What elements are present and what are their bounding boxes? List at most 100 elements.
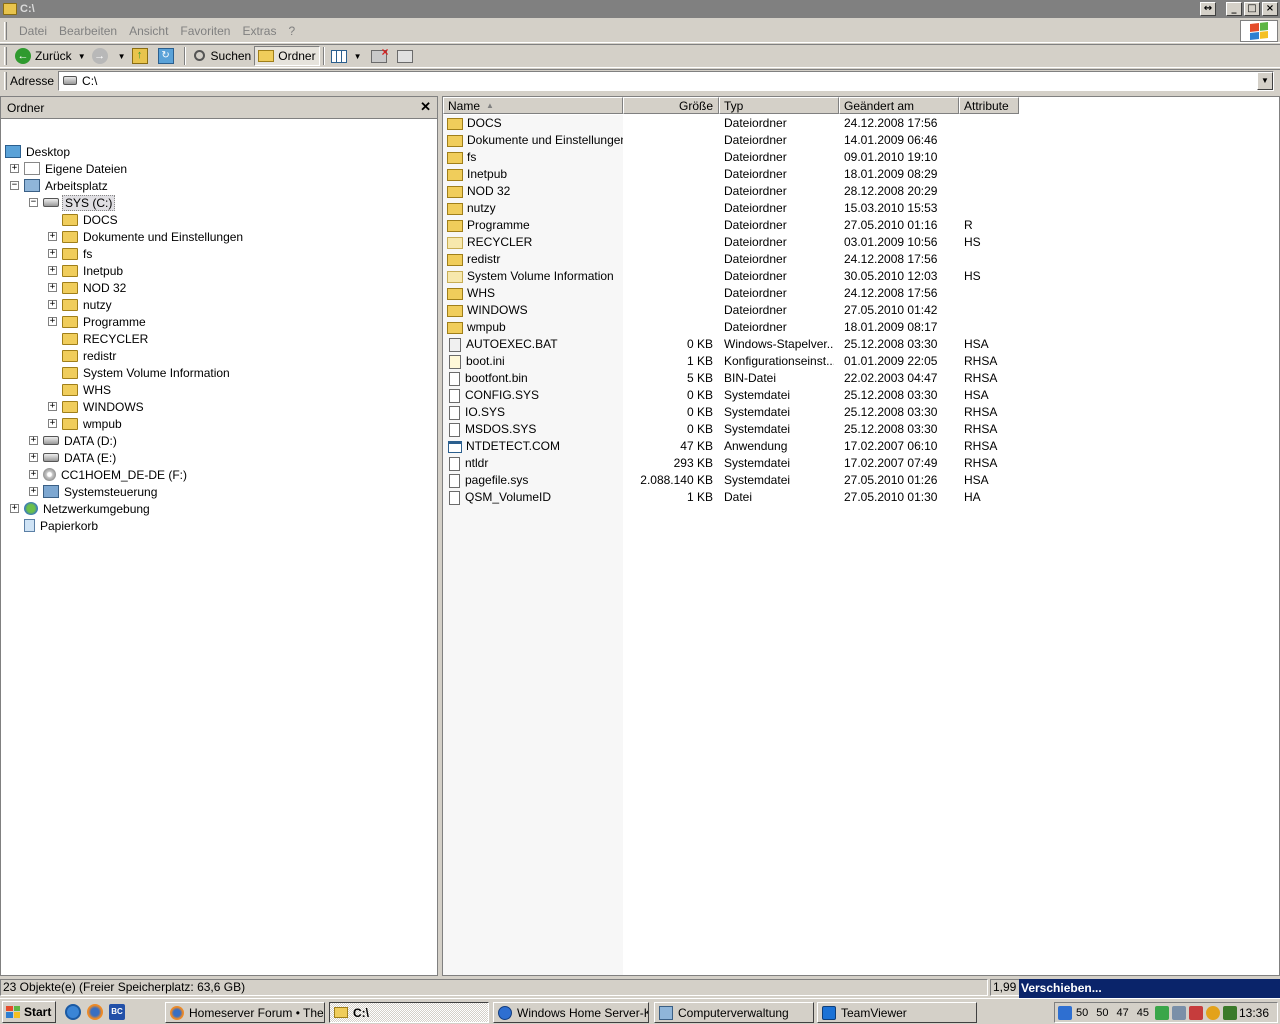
- table-row[interactable]: Programme Dateiordner 27.05.2010 01:16 R: [443, 217, 1279, 234]
- copy-to-button[interactable]: [394, 46, 420, 66]
- tree-item-papierkorb[interactable]: Papierkorb: [24, 517, 100, 534]
- toolbar-grip[interactable]: [4, 47, 7, 65]
- tree-item-inetpub[interactable]: Inetpub: [62, 262, 125, 279]
- tree-item-wmpub[interactable]: wmpub: [62, 415, 124, 432]
- table-row[interactable]: RECYCLER Dateiordner 03.01.2009 10:56 HS: [443, 234, 1279, 251]
- tree-item-cd-f[interactable]: CC1HOEM_DE-DE (F:): [43, 466, 189, 483]
- table-row[interactable]: fs Dateiordner 09.01.2010 19:10: [443, 149, 1279, 166]
- firefox-icon[interactable]: [87, 1003, 103, 1020]
- expand-icon[interactable]: +: [29, 436, 38, 445]
- expand-icon[interactable]: +: [48, 232, 57, 241]
- network-tray-icon[interactable]: [1172, 1005, 1186, 1020]
- expand-icon[interactable]: +: [48, 300, 57, 309]
- expand-icon[interactable]: +: [10, 164, 19, 173]
- menu-favoriten[interactable]: Favoriten: [174, 24, 236, 38]
- expand-icon[interactable]: +: [29, 470, 38, 479]
- close-button[interactable]: ×: [1262, 2, 1278, 16]
- table-row[interactable]: CONFIG.SYS 0 KB Systemdatei 25.12.2008 03:3…: [443, 387, 1279, 404]
- column-header-type[interactable]: Typ: [719, 97, 839, 114]
- collapse-icon[interactable]: −: [29, 198, 38, 207]
- column-header-name[interactable]: Name ▲: [443, 97, 623, 114]
- close-icon[interactable]: ✕: [420, 99, 431, 115]
- expand-icon[interactable]: +: [29, 453, 38, 462]
- table-row[interactable]: System Volume Information Dateiordner 30.0…: [443, 268, 1279, 285]
- table-row[interactable]: nutzy Dateiordner 15.03.2010 15:53: [443, 200, 1279, 217]
- expand-icon[interactable]: +: [48, 317, 57, 326]
- task-explorer-c[interactable]: C:\: [329, 1002, 489, 1023]
- address-input[interactable]: C:\ ▼: [58, 70, 1274, 91]
- folders-button[interactable]: Ordner: [254, 46, 320, 66]
- table-row[interactable]: bootfont.bin 5 KB BIN-Datei 22.02.2003 04:4…: [443, 370, 1279, 387]
- table-row[interactable]: QSM_VolumeID 1 KB Datei 27.05.2010 01:30 HA: [443, 489, 1279, 506]
- expand-icon[interactable]: +: [48, 266, 57, 275]
- expand-icon[interactable]: +: [48, 283, 57, 292]
- tree-item-redistr[interactable]: redistr: [62, 347, 118, 364]
- table-row[interactable]: pagefile.sys 2.088.140 KB Systemdatei 27.05…: [443, 472, 1279, 489]
- table-row[interactable]: NTDETECT.COM 47 KB Anwendung 17.02.2007 06:…: [443, 438, 1279, 455]
- sync-button[interactable]: ↻: [155, 46, 181, 66]
- tree-item-system-volume-information[interactable]: System Volume Information: [62, 364, 232, 381]
- tree-item-sys-c[interactable]: SYS (C:): [43, 194, 116, 211]
- task-homeserver-forum[interactable]: Homeserver Forum • The...: [165, 1002, 325, 1023]
- toolbar-grip[interactable]: [4, 71, 7, 90]
- tree-item-eigene-dateien[interactable]: Eigene Dateien: [24, 160, 129, 177]
- column-header-modified[interactable]: Geändert am: [839, 97, 959, 114]
- menu-bearbeiten[interactable]: Bearbeiten: [53, 24, 123, 38]
- task-computerverwaltung[interactable]: Computerverwaltung: [654, 1002, 814, 1023]
- toolbar-grip[interactable]: [4, 22, 7, 40]
- expand-icon[interactable]: +: [29, 487, 38, 496]
- tree-item-windows[interactable]: WINDOWS: [62, 398, 146, 415]
- back-button[interactable]: ← Zurück: [12, 46, 75, 66]
- tree-item-fs[interactable]: fs: [62, 245, 94, 262]
- start-button[interactable]: Start: [2, 1000, 56, 1023]
- forward-button[interactable]: →: [89, 46, 115, 66]
- table-row[interactable]: MSDOS.SYS 0 KB Systemdatei 25.12.2008 03:30…: [443, 421, 1279, 438]
- whs-tray-icon[interactable]: [1058, 1005, 1072, 1020]
- tree-item-data-e[interactable]: DATA (E:): [43, 449, 118, 466]
- address-dropdown-icon[interactable]: ▼: [1257, 71, 1273, 90]
- task-teamviewer[interactable]: TeamViewer: [817, 1002, 977, 1023]
- search-button[interactable]: Suchen: [189, 46, 255, 66]
- tree-item-recycler[interactable]: RECYCLER: [62, 330, 150, 347]
- tree-item-whs[interactable]: WHS: [62, 381, 113, 398]
- tree-item-nod32[interactable]: NOD 32: [62, 279, 128, 296]
- menu-ansicht[interactable]: Ansicht: [123, 24, 174, 38]
- restore-arrow-icon[interactable]: ↔: [1200, 2, 1216, 16]
- table-row[interactable]: WINDOWS Dateiordner 27.05.2010 01:42: [443, 302, 1279, 319]
- security-tray-icon[interactable]: [1189, 1005, 1203, 1020]
- menu-help[interactable]: ?: [282, 24, 301, 38]
- tree-item-netzwerkumgebung[interactable]: Netzwerkumgebung: [24, 500, 152, 517]
- table-row[interactable]: redistr Dateiordner 24.12.2008 17:56: [443, 251, 1279, 268]
- minimize-button[interactable]: _: [1226, 2, 1242, 16]
- tree-item-programme[interactable]: Programme: [62, 313, 148, 330]
- expand-icon[interactable]: +: [48, 249, 57, 258]
- expand-icon[interactable]: +: [10, 504, 19, 513]
- monitor-tray-icon[interactable]: [1155, 1005, 1169, 1020]
- table-row[interactable]: IO.SYS 0 KB Systemdatei 25.12.2008 03:30 RHS…: [443, 404, 1279, 421]
- internet-explorer-icon[interactable]: [65, 1003, 81, 1020]
- views-button[interactable]: ▼: [328, 46, 368, 66]
- tree-item-desktop[interactable]: Desktop: [5, 143, 72, 160]
- expand-icon[interactable]: +: [48, 419, 57, 428]
- table-row[interactable]: Dokumente und Einstellungen Dateiordner 14…: [443, 132, 1279, 149]
- tree-item-docs[interactable]: DOCS: [62, 211, 120, 228]
- filezilla-tray-icon[interactable]: [1223, 1005, 1237, 1020]
- table-row[interactable]: DOCS Dateiordner 24.12.2008 17:56: [443, 115, 1279, 132]
- table-row[interactable]: wmpub Dateiordner 18.01.2009 08:17: [443, 319, 1279, 336]
- tree-item-arbeitsplatz[interactable]: Arbeitsplatz: [24, 177, 110, 194]
- maximize-button[interactable]: □: [1244, 2, 1260, 16]
- expand-icon[interactable]: +: [48, 402, 57, 411]
- collapse-icon[interactable]: −: [10, 181, 19, 190]
- forward-dropdown-icon[interactable]: ▼: [118, 52, 126, 61]
- table-row[interactable]: WHS Dateiordner 24.12.2008 17:56: [443, 285, 1279, 302]
- tree-item-nutzy[interactable]: nutzy: [62, 296, 114, 313]
- tree-item-data-d[interactable]: DATA (D:): [43, 432, 119, 449]
- table-row[interactable]: AUTOEXEC.BAT 0 KB Windows-Stapelver... 25.1…: [443, 336, 1279, 353]
- menu-datei[interactable]: Datei: [13, 24, 53, 38]
- up-button[interactable]: ↑: [129, 46, 155, 66]
- table-row[interactable]: NOD 32 Dateiordner 28.12.2008 20:29: [443, 183, 1279, 200]
- column-header-size[interactable]: Größe: [623, 97, 719, 114]
- tree-item-dokumente[interactable]: Dokumente und Einstellungen: [62, 228, 245, 245]
- update-tray-icon[interactable]: [1206, 1005, 1220, 1020]
- table-row[interactable]: boot.ini 1 KB Konfigurationseinst... 01.01.…: [443, 353, 1279, 370]
